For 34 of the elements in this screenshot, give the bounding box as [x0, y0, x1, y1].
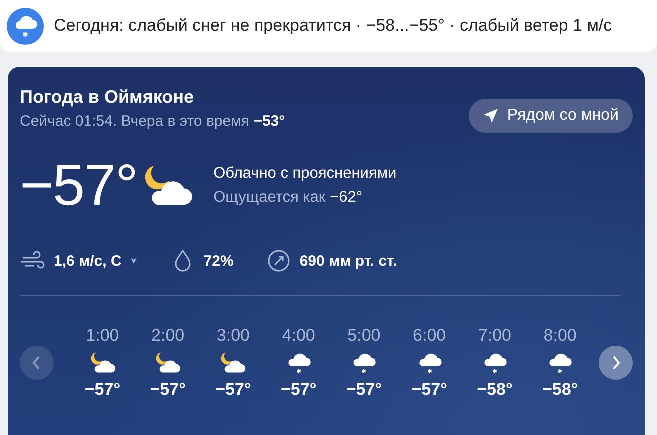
hour-label: 1:00: [86, 326, 120, 346]
hour-temperature: −57°: [216, 380, 252, 400]
city-title: Погода в Оймяконе: [20, 87, 195, 108]
hour-label: 6:00: [413, 326, 446, 346]
next-button[interactable]: [599, 346, 633, 380]
hour-temperature: −57°: [412, 380, 448, 400]
snow-cloud-icon: [7, 8, 44, 44]
humidity-value: 72%: [204, 252, 234, 270]
current-time-text: Сейчас 01:54. Вчера в это время −53°: [20, 113, 286, 130]
feels-like-text: Ощущается как −62°: [214, 189, 364, 207]
moon-cloud-icon: [154, 351, 182, 375]
location-arrow-icon: [483, 108, 500, 124]
pressure-value: 690 мм рт. ст.: [300, 252, 398, 270]
hour-label: 4:00: [282, 326, 316, 346]
hour-label: 8:00: [544, 326, 577, 346]
moon-cloud-icon: [219, 351, 248, 375]
hour-temperature: −57°: [150, 380, 186, 400]
hour-temperature: −57°: [346, 380, 382, 400]
gauge-icon: [266, 249, 292, 273]
hour-label: 7:00: [478, 326, 512, 346]
current-temperature: −57°: [20, 157, 138, 215]
nearby-button[interactable]: Рядом со мной: [469, 99, 633, 133]
hour-label: 2:00: [152, 326, 185, 346]
hour-temperature: −58°: [477, 380, 513, 400]
hour-label: 3:00: [216, 326, 250, 346]
direction-icon: [130, 257, 138, 265]
hour-temperature: −58°: [542, 380, 578, 400]
forecast-summary: Сегодня: слабый снег не прекратится · −58...−55° · слабый ветер 1 м/с: [54, 16, 612, 36]
condition-text: Облачно с прояснениями: [214, 165, 397, 183]
hour-temperature: −57°: [280, 380, 317, 400]
wind-value: 1,6 м/с, С: [54, 252, 122, 270]
moon-cloud-icon: [88, 351, 117, 375]
hour-label: 5:00: [348, 326, 381, 346]
hour-temperature: −57°: [84, 380, 120, 400]
